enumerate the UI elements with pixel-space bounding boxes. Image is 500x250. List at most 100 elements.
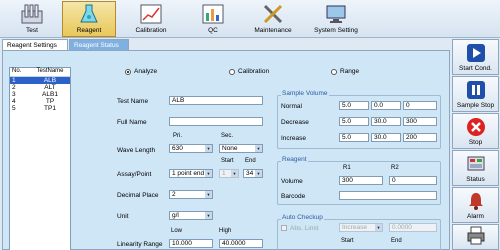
sample-volume-title: Sample Volume	[281, 90, 329, 97]
alarm-button[interactable]: Alarm	[452, 187, 499, 223]
sv-increase-field-3[interactable]: 200	[403, 133, 437, 142]
flask-icon	[77, 3, 101, 25]
volume-r1-field[interactable]: 300	[339, 176, 383, 185]
assay-point-select[interactable]: 1 point end ▼	[169, 169, 213, 178]
decimal-place-select[interactable]: 2 ▼	[169, 190, 213, 199]
toolbar-reagent-label: Reagent	[76, 27, 102, 34]
assay-end-label: End	[245, 158, 256, 164]
alarm-bell-icon	[466, 191, 486, 211]
toolbar-reagent-button[interactable]: Reagent	[62, 1, 116, 37]
tools-icon	[261, 3, 285, 25]
wave-length-label: Wave Length	[117, 147, 156, 154]
linearity-low-field[interactable]: 10.000	[169, 239, 213, 248]
radio-range[interactable]: Range	[331, 68, 359, 75]
wave-sec-select[interactable]: None ▼	[219, 144, 263, 153]
chevron-down-icon: ▼	[205, 191, 212, 198]
volume-r2-field[interactable]: 0	[389, 176, 437, 185]
radio-analyze[interactable]: Analyze	[125, 68, 157, 75]
toolbar-maintenance-button[interactable]: Maintenance	[244, 1, 302, 37]
computer-settings-icon	[324, 3, 348, 25]
sec-label: Sec.	[221, 133, 234, 139]
sv-increase-label: Increase	[281, 135, 306, 142]
full-name-label: Full Name	[117, 119, 147, 126]
toolbar-system-setting-label: System Setting	[314, 27, 358, 34]
high-label: High	[219, 228, 232, 234]
toolbar-test-button[interactable]: Test	[6, 1, 58, 37]
toolbar-qc-label: QC	[208, 27, 218, 34]
reagent-settings-panel: No. TestName 1 ALB 2 ALT 3 ALB1 4 TP 5 TP1 An…	[2, 50, 450, 250]
stop-icon	[466, 117, 486, 137]
test-list[interactable]: No. TestName 1 ALB 2 ALT 3 ALB1 4 TP 5 TP1	[9, 67, 71, 250]
sv-normal-field-1[interactable]: 5.0	[339, 101, 369, 110]
list-item[interactable]: 3 ALB1	[10, 91, 70, 98]
r2-label: R2	[391, 165, 399, 171]
qc-chart-icon	[201, 3, 225, 25]
test-list-header: No. TestName	[10, 68, 70, 77]
chevron-down-icon: ▼	[205, 170, 212, 177]
chevron-down-icon: ▼	[231, 170, 238, 177]
sv-normal-field-2[interactable]: 0.0	[371, 101, 401, 110]
assay-start-label: Start	[221, 158, 234, 164]
sv-decrease-field-1[interactable]: 5.0	[339, 117, 369, 126]
status-button[interactable]: Status	[452, 150, 499, 186]
low-label: Low	[171, 228, 183, 234]
unit-select[interactable]: g/l ▼	[169, 211, 213, 220]
sv-increase-field-1[interactable]: 5.0	[339, 133, 369, 142]
abs-limit-mode-select[interactable]: Increase ▼	[339, 223, 383, 232]
chevron-down-icon: ▼	[205, 212, 212, 219]
print-button[interactable]	[452, 224, 499, 250]
pause-icon	[466, 80, 486, 100]
test-name-field[interactable]: ALB	[169, 96, 263, 105]
list-item[interactable]: 5 TP1	[10, 105, 70, 112]
decimal-place-label: Decimal Place	[117, 192, 159, 199]
reagent-group-title: Reagent	[281, 156, 308, 163]
sample-stop-button[interactable]: Sample Stop	[452, 76, 499, 112]
auto-checkup-title: Auto Checkup	[281, 214, 324, 221]
sv-decrease-field-2[interactable]: 30.0	[371, 117, 401, 126]
list-item[interactable]: 2 ALT	[10, 84, 70, 91]
volume-label: Volume	[281, 178, 303, 185]
status-monitor-icon	[466, 154, 486, 174]
side-action-bar: Start Cond. Sample Stop Stop Status Alar…	[452, 39, 500, 250]
list-item[interactable]: 1 ALB	[10, 77, 70, 84]
linearity-high-field[interactable]: 40.0000	[219, 239, 263, 248]
toolbar-qc-button[interactable]: QC	[188, 1, 238, 37]
checkup-end-label: End	[391, 238, 402, 244]
abs-limit-value-field[interactable]: 0.0000	[389, 223, 437, 232]
barcode-field[interactable]	[339, 191, 437, 200]
sv-normal-label: Normal	[281, 103, 302, 110]
play-icon	[466, 43, 486, 63]
pri-label: Pri.	[173, 133, 182, 139]
chevron-down-icon: ▼	[375, 224, 382, 231]
unit-label: Unit	[117, 213, 129, 220]
linearity-range-label: Linearity Range	[117, 241, 163, 248]
assay-point-label: Assay/Point	[117, 171, 152, 178]
chevron-down-icon: ▼	[205, 145, 212, 152]
sv-normal-field-3[interactable]: 0	[403, 101, 437, 110]
sv-decrease-field-3[interactable]: 300	[403, 117, 437, 126]
list-item[interactable]: 4 TP	[10, 98, 70, 105]
abs-limit-label: Abs. Limit	[290, 225, 319, 232]
toolbar-calibration-button[interactable]: Calibration	[122, 1, 180, 37]
toolbar-maintenance-label: Maintenance	[254, 27, 292, 34]
toolbar-calibration-label: Calibration	[135, 27, 167, 34]
main-toolbar: Test Reagent Calibration QC Maintenance …	[0, 0, 500, 38]
barcode-label: Barcode	[281, 193, 306, 200]
full-name-field[interactable]	[169, 117, 263, 126]
test-tubes-icon	[20, 3, 44, 25]
start-cond-button[interactable]: Start Cond.	[452, 39, 499, 75]
chevron-down-icon: ▼	[255, 170, 262, 177]
stop-button[interactable]: Stop	[452, 113, 499, 149]
abs-limit-checkbox[interactable]	[281, 225, 287, 231]
radio-calibration[interactable]: Calibration	[229, 68, 269, 75]
wave-pri-select[interactable]: 630 ▼	[169, 144, 213, 153]
assay-start-select[interactable]: 1 ▼	[219, 169, 239, 178]
sv-decrease-label: Decrease	[281, 119, 309, 126]
toolbar-system-setting-button[interactable]: System Setting	[306, 1, 366, 37]
r1-label: R1	[343, 165, 351, 171]
printer-icon	[466, 225, 486, 245]
calibration-chart-icon	[139, 3, 163, 25]
sv-increase-field-2[interactable]: 30.0	[371, 133, 401, 142]
assay-end-select[interactable]: 34 ▼	[243, 169, 263, 178]
toolbar-test-label: Test	[26, 27, 38, 34]
